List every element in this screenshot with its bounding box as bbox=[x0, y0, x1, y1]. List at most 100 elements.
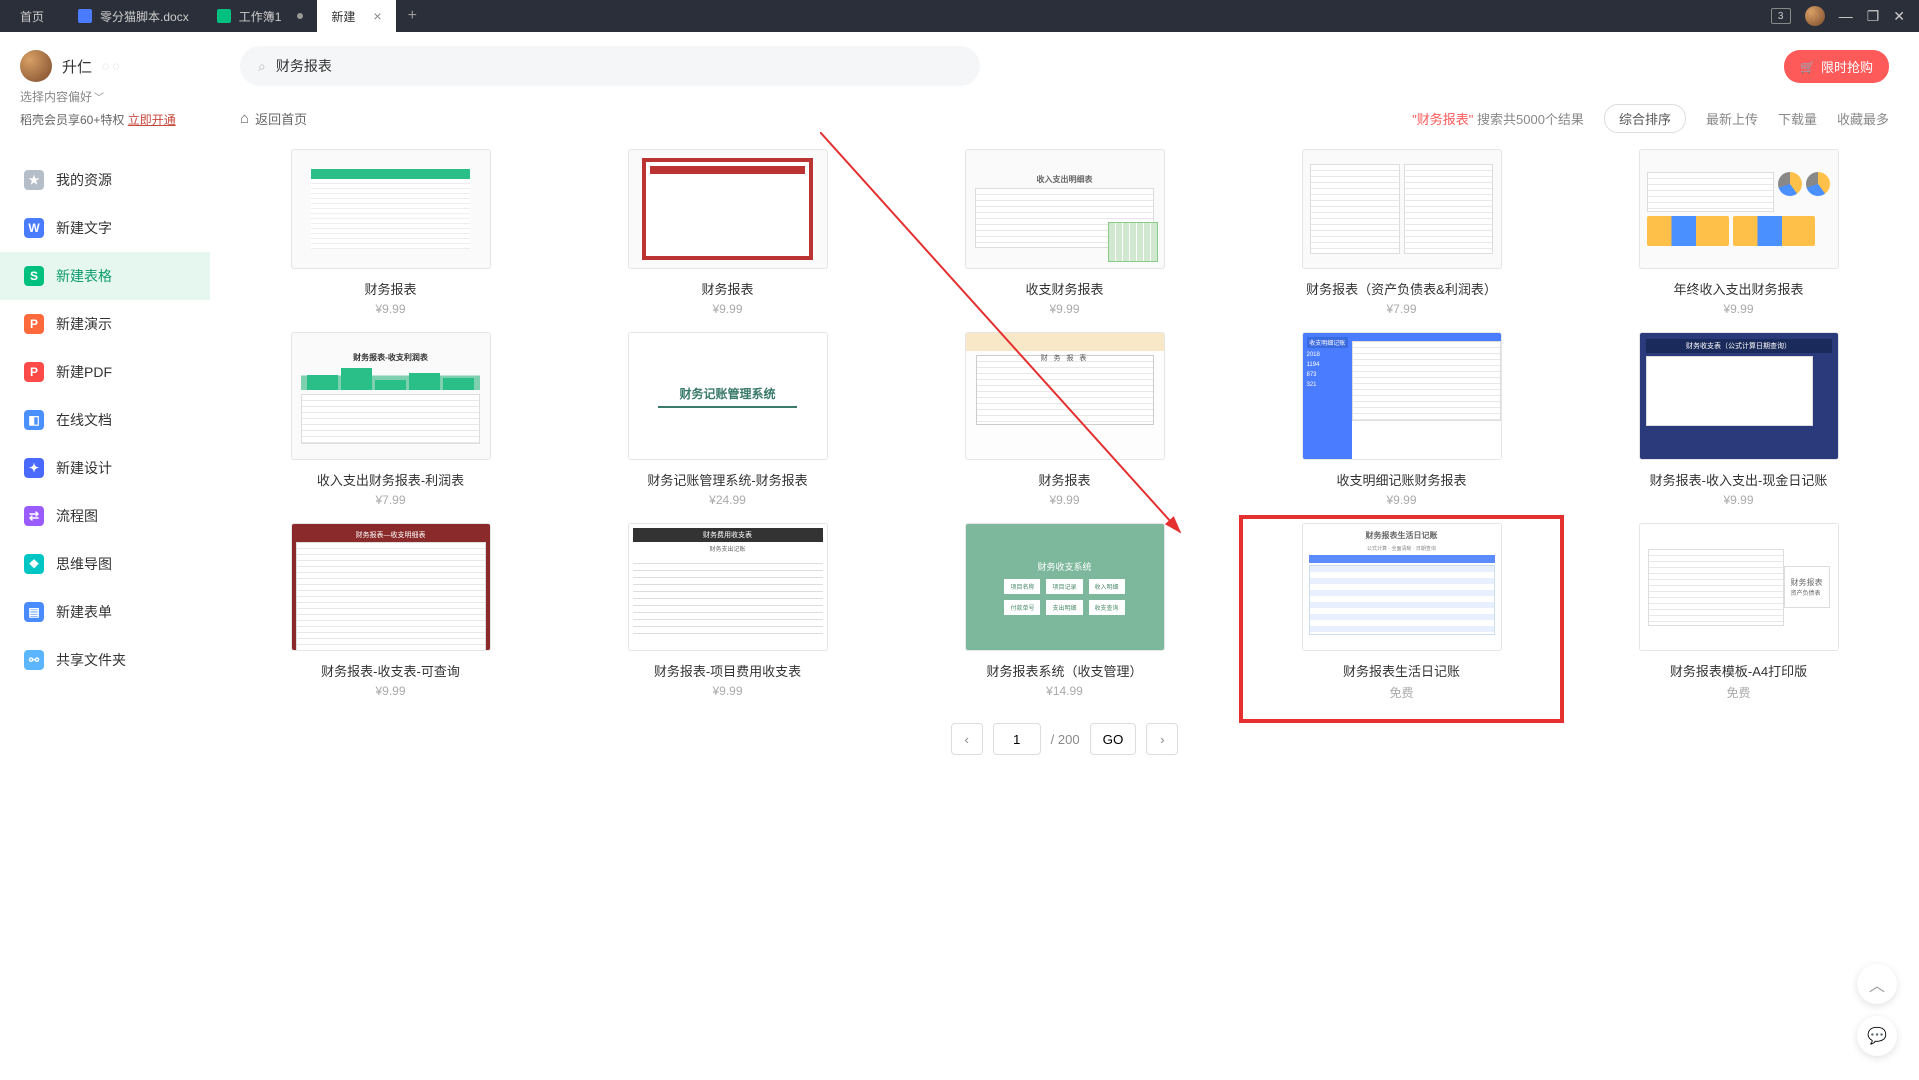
template-card[interactable]: 财务报表生活日记账公式计算 · 全面清晰 · 日期查询 财务报表生活日记账 免费 bbox=[1251, 523, 1552, 701]
nav-icon: W bbox=[24, 218, 44, 238]
sort-newest[interactable]: 最新上传 bbox=[1706, 109, 1758, 128]
template-title: 财务报表系统（收支管理） bbox=[986, 661, 1142, 680]
nav-icon: ★ bbox=[24, 170, 44, 190]
tab-workbook[interactable]: 工作簿1 bbox=[203, 0, 318, 32]
user-block[interactable]: 升仁 ◌ ◌ bbox=[0, 50, 210, 88]
result-summary: "财务报表" 搜索共5000个结果 bbox=[1412, 109, 1584, 128]
template-price: ¥9.99 bbox=[712, 302, 742, 316]
template-price: ¥9.99 bbox=[1049, 302, 1079, 316]
sidebar-item-2[interactable]: S新建表格 bbox=[0, 252, 210, 300]
template-title: 财务报表-收支表-可查询 bbox=[321, 661, 460, 680]
flash-sale-button[interactable]: 限时抢购 bbox=[1784, 50, 1889, 83]
sidebar-item-3[interactable]: P 新建演示 bbox=[0, 300, 210, 348]
template-price: ¥9.99 bbox=[375, 302, 405, 316]
tab-doc[interactable]: 零分猫脚本.docx bbox=[64, 0, 203, 32]
back-home-link[interactable]: 返回首页 bbox=[240, 109, 307, 128]
nav-label: 新建文字 bbox=[56, 218, 112, 238]
template-thumbnail: 财务收支表（公式计算日期查询） bbox=[1639, 332, 1839, 460]
page-input[interactable] bbox=[993, 723, 1041, 755]
template-price: 免费 bbox=[1389, 684, 1413, 701]
template-title: 财务报表-收入支出-现金日记账 bbox=[1650, 470, 1828, 489]
template-card[interactable]: 财务收支表（公式计算日期查询） 财务报表-收入支出-现金日记账 ¥9.99 bbox=[1588, 332, 1889, 507]
sidebar-item-5[interactable]: ◧在线文档 bbox=[0, 396, 210, 444]
tab-home[interactable]: 首页 bbox=[0, 0, 64, 32]
template-title: 财务报表-项目费用收支表 bbox=[654, 661, 801, 680]
scroll-top-button[interactable]: ︿ bbox=[1857, 964, 1897, 1004]
nav-label: 思维导图 bbox=[56, 554, 112, 574]
user-badges-icon: ◌ ◌ bbox=[102, 59, 120, 73]
sidebar-item-9[interactable]: ▤新建表单 bbox=[0, 588, 210, 636]
sidebar-item-8[interactable]: ❖ 思维导图 bbox=[0, 540, 210, 588]
promo-link[interactable]: 立即开通 bbox=[128, 113, 176, 127]
search-box[interactable]: ⌕ bbox=[240, 46, 980, 86]
template-card[interactable]: 财务报表—收支明细表 财务报表-收支表-可查询 ¥9.99 bbox=[240, 523, 541, 701]
sheet-icon bbox=[217, 9, 231, 23]
template-title: 收入支出财务报表-利润表 bbox=[317, 470, 464, 489]
nav-label: 流程图 bbox=[56, 506, 98, 526]
template-card[interactable]: 收入支出明细表 收支财务报表 ¥9.99 bbox=[914, 149, 1215, 316]
maximize-icon[interactable]: ❐ bbox=[1867, 8, 1880, 25]
template-price: ¥7.99 bbox=[375, 493, 405, 507]
template-thumbnail bbox=[628, 149, 828, 269]
template-card[interactable]: 财务记账管理系统 财务记账管理系统-财务报表 ¥24.99 bbox=[577, 332, 878, 507]
template-card[interactable]: 年终收入支出财务报表 ¥9.99 bbox=[1588, 149, 1889, 316]
template-thumbnail: 财务报表-收支利润表 bbox=[291, 332, 491, 460]
next-page-button[interactable]: › bbox=[1146, 723, 1178, 755]
nav-label: 新建演示 bbox=[56, 314, 112, 334]
template-thumbnail: 财务收支系统项目名称项目记录收入明细付款单号支出明细收支查询 bbox=[965, 523, 1165, 651]
template-thumbnail: 收入支出明细表 bbox=[965, 149, 1165, 269]
sidebar-item-4[interactable]: P新建PDF bbox=[0, 348, 210, 396]
preference-link[interactable]: 选择内容偏好﹀ bbox=[0, 88, 210, 105]
template-thumbnail: 财务费用收支表财务支出记账 bbox=[628, 523, 828, 651]
search-icon: ⌕ bbox=[258, 58, 266, 75]
template-price: ¥9.99 bbox=[1723, 302, 1753, 316]
nav-icon: P bbox=[24, 314, 44, 334]
new-tab-button[interactable]: + bbox=[396, 7, 429, 25]
home-icon bbox=[240, 110, 249, 127]
sidebar-item-6[interactable]: ✦新建设计 bbox=[0, 444, 210, 492]
template-title: 财务报表 bbox=[701, 279, 753, 298]
sort-downloads[interactable]: 下载量 bbox=[1778, 109, 1817, 128]
membership-promo: 稻壳会员享60+特权 立即开通 bbox=[0, 105, 210, 148]
sort-pill[interactable]: 综合排序 bbox=[1604, 104, 1686, 133]
sidebar-item-1[interactable]: W 新建文字 bbox=[0, 204, 210, 252]
minimize-icon[interactable]: — bbox=[1839, 8, 1853, 24]
template-card[interactable]: 财 务 报 表 财务报表 ¥9.99 bbox=[914, 332, 1215, 507]
template-card[interactable]: 财务报表-收支利润表 收入支出财务报表-利润表 ¥7.99 bbox=[240, 332, 541, 507]
sidebar-item-0[interactable]: ★我的资源 bbox=[0, 156, 210, 204]
feedback-button[interactable]: 💬 bbox=[1857, 1016, 1897, 1056]
sidebar-nav: ★我的资源 W 新建文字 S新建表格 P 新建演示 P新建PDF◧在线文档✦新建设计 ⇄ 流程图… bbox=[0, 148, 210, 684]
tab-label: 工作簿1 bbox=[239, 8, 282, 25]
go-button[interactable]: GO bbox=[1090, 723, 1137, 755]
template-card[interactable]: 财务报表（资产负债表&利润表） ¥7.99 bbox=[1251, 149, 1552, 316]
sort-favorites[interactable]: 收藏最多 bbox=[1837, 109, 1889, 128]
nav-icon: ❖ bbox=[24, 554, 44, 574]
template-card[interactable]: 收支明细记账20181194873321 收支明细记账财务报表 ¥9.99 bbox=[1251, 332, 1552, 507]
nav-icon: ▤ bbox=[24, 602, 44, 622]
tab-count-badge[interactable]: 3 bbox=[1771, 8, 1791, 24]
template-card[interactable]: 财务报表 ¥9.99 bbox=[240, 149, 541, 316]
template-card[interactable]: 财务收支系统项目名称项目记录收入明细付款单号支出明细收支查询 财务报表系统（收支… bbox=[914, 523, 1215, 701]
template-thumbnail bbox=[1302, 149, 1502, 269]
nav-icon: ⇄ bbox=[24, 506, 44, 526]
close-window-icon[interactable]: ✕ bbox=[1893, 8, 1905, 25]
sidebar-item-7[interactable]: ⇄ 流程图 bbox=[0, 492, 210, 540]
content: ⌕ 限时抢购 返回首页 "财务报表" 搜索共5000个结果 综合排序 最新上传 … bbox=[210, 32, 1919, 1080]
tab-new[interactable]: 新建 × bbox=[317, 0, 395, 32]
title-bar: 首页 零分猫脚本.docx 工作簿1 新建 × + 3 — ❐ ✕ bbox=[0, 0, 1919, 32]
template-title: 收支明细记账财务报表 bbox=[1336, 470, 1466, 489]
avatar-icon[interactable] bbox=[1805, 6, 1825, 26]
template-card[interactable]: 财务报表 ¥9.99 bbox=[577, 149, 878, 316]
nav-label: 新建设计 bbox=[56, 458, 112, 478]
prev-page-button[interactable]: ‹ bbox=[951, 723, 983, 755]
template-card[interactable]: 财务报表资产负债表 财务报表模板-A4打印版 免费 bbox=[1588, 523, 1889, 701]
tab-label: 新建 bbox=[331, 8, 355, 25]
template-thumbnail: 财 务 报 表 bbox=[965, 332, 1165, 460]
close-icon[interactable]: × bbox=[373, 8, 381, 24]
template-card[interactable]: 财务费用收支表财务支出记账 财务报表-项目费用收支表 ¥9.99 bbox=[577, 523, 878, 701]
template-title: 年终收入支出财务报表 bbox=[1673, 279, 1803, 298]
sidebar-item-10[interactable]: ⚯共享文件夹 bbox=[0, 636, 210, 684]
tab-label: 零分猫脚本.docx bbox=[100, 8, 189, 25]
template-thumbnail: 财务报表生活日记账公式计算 · 全面清晰 · 日期查询 bbox=[1302, 523, 1502, 651]
search-input[interactable] bbox=[276, 58, 962, 74]
